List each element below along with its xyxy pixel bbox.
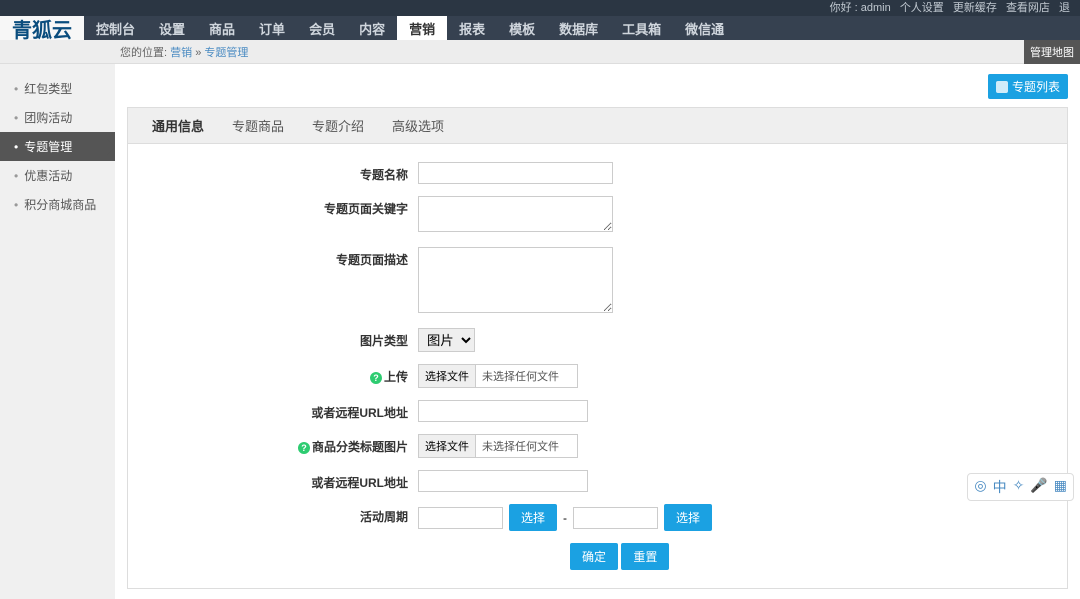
input-remote-url[interactable] [418, 400, 588, 422]
label-imgtype: 图片类型 [138, 328, 418, 349]
nav-orders[interactable]: 订单 [247, 16, 297, 40]
label-desc: 专题页面描述 [138, 247, 418, 268]
nav-members[interactable]: 会员 [297, 16, 347, 40]
list-icon [996, 81, 1008, 93]
file-button[interactable]: 选择文件 [419, 365, 476, 387]
file-status: 未选择任何文件 [476, 365, 565, 387]
sidebar-item-topic[interactable]: 专题管理 [0, 132, 115, 161]
form-panel: 专题名称 专题页面关键字 专题页面描述 图片类型 图片 [127, 144, 1068, 589]
link-refresh[interactable]: 更新缓存 [953, 2, 997, 14]
tool-icon-3[interactable]: ✧ [1013, 477, 1025, 497]
help-icon[interactable]: ? [298, 442, 310, 454]
tab-intro[interactable]: 专题介绍 [298, 108, 378, 143]
label-remote-url: 或者远程URL地址 [138, 400, 418, 421]
tab-goods[interactable]: 专题商品 [218, 108, 298, 143]
input-remote-url-2[interactable] [418, 470, 588, 492]
label-keywords: 专题页面关键字 [138, 196, 418, 217]
sidebar: 红包类型 团购活动 专题管理 优惠活动 积分商城商品 [0, 64, 115, 599]
link-logout[interactable]: 退 [1059, 2, 1070, 14]
breadcrumb: 您的位置: 营销 » 专题管理 管理地图 [0, 40, 1080, 64]
sidebar-item-groupbuy[interactable]: 团购活动 [0, 103, 115, 132]
float-tools: ◎ 中 ✧ 🎤 ▦ [967, 473, 1074, 501]
link-profile[interactable]: 个人设置 [900, 2, 944, 14]
navbar: 青狐云 控制台 设置 商品 订单 会员 内容 营销 报表 模板 数据库 工具箱 … [0, 16, 1080, 40]
tool-icon-1[interactable]: ◎ [974, 477, 986, 497]
breadcrumb-link-1[interactable]: 专题管理 [204, 47, 248, 59]
nav-items: 控制台 设置 商品 订单 会员 内容 营销 报表 模板 数据库 工具箱 微信通 [84, 16, 736, 40]
topic-list-button[interactable]: 专题列表 [988, 74, 1068, 99]
nav-goods[interactable]: 商品 [197, 16, 247, 40]
input-name[interactable] [418, 162, 613, 184]
select-imgtype[interactable]: 图片 [418, 328, 475, 352]
label-remote-url-2: 或者远程URL地址 [138, 470, 418, 491]
input-keywords[interactable] [418, 196, 613, 232]
nav-template[interactable]: 模板 [497, 16, 547, 40]
tool-icon-2[interactable]: 中 [993, 477, 1007, 497]
tab-general[interactable]: 通用信息 [138, 108, 218, 143]
input-end-date[interactable] [573, 507, 658, 529]
reset-button[interactable]: 重置 [621, 543, 669, 570]
select-end-button[interactable]: 选择 [664, 504, 712, 531]
tabs: 通用信息 专题商品 专题介绍 高级选项 [127, 107, 1068, 144]
file-upload[interactable]: 选择文件 未选择任何文件 [418, 364, 578, 388]
breadcrumb-link-0[interactable]: 营销 [170, 47, 192, 59]
sidebar-item-promo[interactable]: 优惠活动 [0, 161, 115, 190]
help-icon[interactable]: ? [370, 372, 382, 384]
breadcrumb-prefix: 您的位置: [120, 47, 167, 59]
nav-database[interactable]: 数据库 [547, 16, 610, 40]
nav-content[interactable]: 内容 [347, 16, 397, 40]
label-category-img: 商品分类标题图片 [312, 440, 408, 454]
nav-settings[interactable]: 设置 [147, 16, 197, 40]
nav-console[interactable]: 控制台 [84, 16, 147, 40]
file-category[interactable]: 选择文件 未选择任何文件 [418, 434, 578, 458]
label-name: 专题名称 [138, 162, 418, 183]
tab-advanced[interactable]: 高级选项 [378, 108, 458, 143]
input-start-date[interactable] [418, 507, 503, 529]
nav-wechat[interactable]: 微信通 [673, 16, 736, 40]
file-button-2[interactable]: 选择文件 [419, 435, 476, 457]
link-shop[interactable]: 查看网店 [1006, 2, 1050, 14]
topbar: 你好 : admin 个人设置 更新缓存 查看网店 退 [0, 0, 1080, 16]
label-upload: 上传 [384, 370, 408, 384]
label-period: 活动周期 [138, 504, 418, 525]
nav-tools[interactable]: 工具箱 [610, 16, 673, 40]
greeting: 你好 : admin [830, 2, 891, 14]
nav-report[interactable]: 报表 [447, 16, 497, 40]
tool-icon-5[interactable]: ▦ [1054, 477, 1067, 497]
input-desc[interactable] [418, 247, 613, 313]
sidebar-item-points[interactable]: 积分商城商品 [0, 190, 115, 219]
select-start-button[interactable]: 选择 [509, 504, 557, 531]
submit-button[interactable]: 确定 [570, 543, 618, 570]
manage-map-button[interactable]: 管理地图 [1024, 40, 1080, 64]
sidebar-item-redpacket[interactable]: 红包类型 [0, 74, 115, 103]
tool-icon-4[interactable]: 🎤 [1030, 477, 1047, 497]
file-status-2: 未选择任何文件 [476, 435, 565, 457]
nav-marketing[interactable]: 营销 [397, 16, 447, 40]
content: 专题列表 通用信息 专题商品 专题介绍 高级选项 专题名称 专题页面关键字 专题… [115, 64, 1080, 599]
brand: 青狐云 [0, 16, 84, 40]
